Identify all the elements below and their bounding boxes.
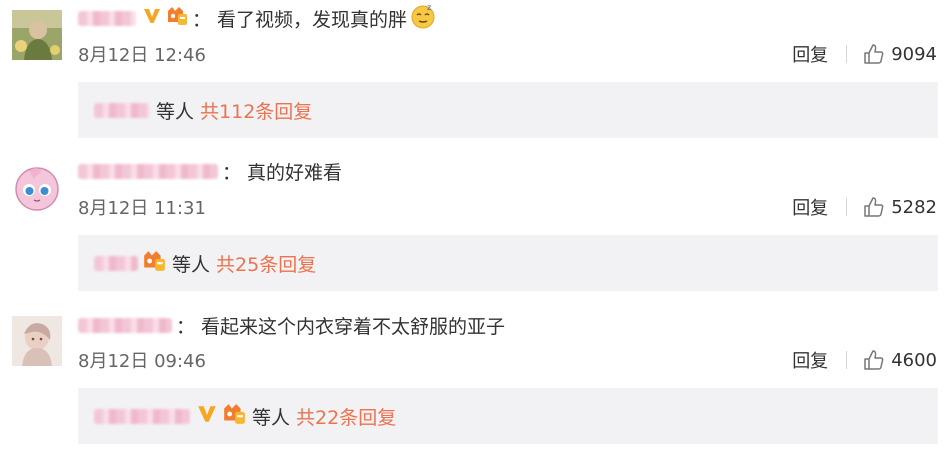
- comment-header: ： 看起来这个内衣穿着不太舒服的亚子: [78, 310, 505, 340]
- reply-others-label: 等人: [172, 253, 211, 276]
- username-blurred[interactable]: [94, 255, 138, 271]
- vip-level-icon: [142, 250, 166, 277]
- comment-colon: ：: [192, 8, 212, 31]
- like-count: 9094: [891, 43, 937, 65]
- like-thumb-icon: [864, 197, 884, 217]
- emoji-icon: z: [409, 2, 437, 35]
- comment-time: 8月12日 12:46: [78, 45, 206, 66]
- divider: [846, 198, 848, 216]
- comment-meta: 8月12日 09:46 回复 4600: [78, 347, 937, 373]
- like-button[interactable]: 5282: [863, 196, 937, 218]
- reply-button[interactable]: 回复: [792, 347, 828, 373]
- comment-text: 看起来这个内衣穿着不太舒服的亚子: [201, 315, 506, 338]
- comment-colon: ：: [176, 315, 196, 338]
- vip-level-icon: [222, 403, 246, 430]
- like-thumb-icon: [864, 44, 884, 64]
- username-blurred[interactable]: [94, 408, 190, 424]
- comment-text: 看了视频，发现真的胖: [217, 8, 408, 31]
- comment-time: 8月12日 11:31: [78, 198, 206, 219]
- avatar[interactable]: [12, 316, 62, 366]
- comment-meta: 8月12日 11:31 回复 5282: [78, 194, 937, 220]
- reply-button[interactable]: 回复: [792, 41, 828, 67]
- reply-thread[interactable]: 等人 共112条回复: [78, 82, 938, 138]
- comment-time: 8月12日 09:46: [78, 351, 206, 372]
- reply-thread[interactable]: 等人 共22条回复: [78, 388, 938, 444]
- avatar[interactable]: [12, 10, 62, 60]
- reply-thread[interactable]: 等人 共25条回复: [78, 235, 938, 291]
- reply-count-link[interactable]: 共22条回复: [296, 403, 396, 430]
- reply-count-link[interactable]: 共112条回复: [200, 97, 312, 124]
- username-blurred[interactable]: [78, 10, 136, 26]
- username-blurred[interactable]: [78, 317, 172, 333]
- like-button[interactable]: 4600: [863, 349, 937, 371]
- like-button[interactable]: 9094: [863, 43, 937, 65]
- like-count: 4600: [891, 349, 937, 371]
- like-count: 5282: [891, 196, 937, 218]
- reply-others-label: 等人: [252, 406, 291, 429]
- username-blurred[interactable]: [94, 102, 150, 118]
- comment-header: ： 真的好难看: [78, 156, 342, 186]
- svg-text:z: z: [427, 3, 431, 12]
- divider: [846, 45, 848, 63]
- comment-text: 真的好难看: [247, 161, 343, 184]
- v-verified-icon: [196, 403, 218, 430]
- vip-level-icon: [166, 6, 188, 31]
- comment-meta: 8月12日 12:46 回复 9094: [78, 41, 937, 67]
- username-blurred[interactable]: [78, 163, 218, 179]
- reply-others-label: 等人: [156, 100, 195, 123]
- v-verified-icon: [142, 6, 162, 31]
- avatar[interactable]: [12, 163, 62, 213]
- reply-button[interactable]: 回复: [792, 194, 828, 220]
- comment-header: ： 看了视频，发现真的胖 z: [78, 3, 437, 33]
- divider: [846, 351, 848, 369]
- reply-count-link[interactable]: 共25条回复: [216, 250, 316, 277]
- comment-colon: ：: [222, 161, 242, 184]
- like-thumb-icon: [864, 350, 884, 370]
